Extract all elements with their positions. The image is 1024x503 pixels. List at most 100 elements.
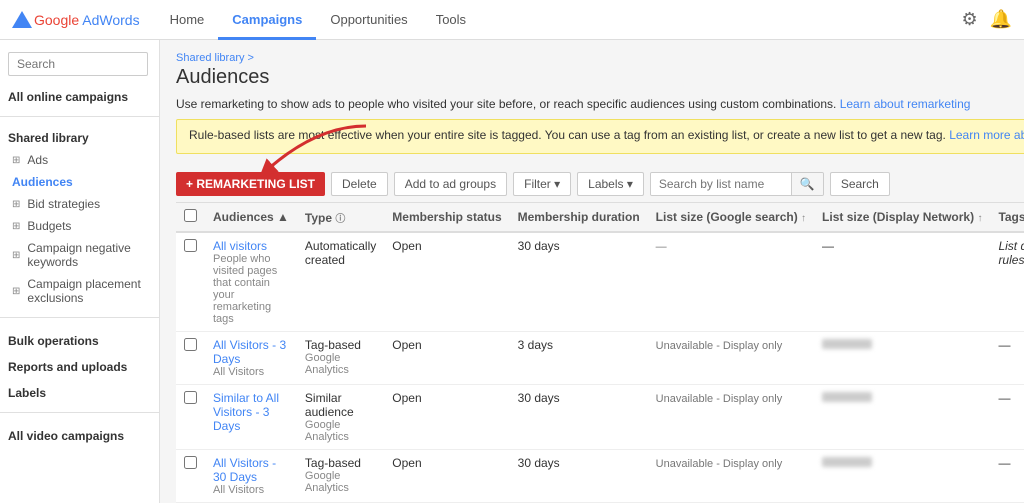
sidebar-bulk-operations[interactable]: Bulk operations (0, 326, 159, 352)
top-navigation: Google AdWords Home Campaigns Opportunit… (0, 0, 1024, 40)
breadcrumb-link[interactable]: Shared library > (176, 52, 254, 64)
audience-desc-1: All Visitors (213, 366, 289, 378)
sidebar-labels[interactable]: Labels (0, 378, 159, 404)
logo: Google AdWords (12, 11, 140, 28)
main-content: Shared library > Audiences Use remarketi… (160, 40, 1024, 503)
notifications-icon[interactable]: 🔔 (990, 9, 1012, 30)
display-size-info-icon[interactable]: ↑ (977, 213, 982, 224)
blurred-value (822, 457, 872, 467)
table-row: All visitors People who visited pages th… (176, 232, 1024, 332)
select-all-header (176, 203, 205, 233)
sidebar-all-video[interactable]: All video campaigns (0, 421, 159, 447)
audience-link-2[interactable]: Similar to All Visitors - 3 Days (213, 391, 279, 433)
audience-desc-3: All Visitors (213, 484, 289, 496)
expand-bid-icon: ⊞ (12, 199, 20, 210)
audience-link-1[interactable]: All Visitors - 3 Days (213, 338, 286, 366)
col-membership-status: Membership status (384, 203, 509, 233)
expand-neg-icon: ⊞ (12, 250, 20, 261)
audience-link-3[interactable]: All Visitors - 30 Days (213, 456, 276, 484)
audience-table: Audiences ▲ Type ⓘ Membership status Mem… (176, 202, 1024, 503)
delete-button[interactable]: Delete (331, 172, 388, 196)
main-nav: Home Campaigns Opportunities Tools (156, 0, 962, 40)
nav-opportunities[interactable]: Opportunities (316, 0, 421, 40)
info-banner: Use remarketing to show ads to people wh… (176, 97, 1024, 111)
learn-more-tagging-link[interactable]: Learn more about tagging your site (949, 128, 1024, 142)
sidebar-item-negative-keywords[interactable]: ⊞ Campaign negative keywords (0, 237, 159, 273)
sidebar-item-ads[interactable]: ⊞ Ads (0, 149, 159, 171)
col-list-size-search: List size (Google search) ↑ (648, 203, 814, 233)
row-checkbox-3[interactable] (184, 456, 197, 469)
row-name-cell-0: All visitors People who visited pages th… (205, 232, 297, 332)
search-list-input[interactable] (651, 173, 791, 195)
table-row: Similar to All Visitors - 3 Days Similar… (176, 385, 1024, 450)
nav-home[interactable]: Home (156, 0, 219, 40)
row-tags-cell-3: — (990, 450, 1024, 503)
row-checkbox-0[interactable] (184, 239, 197, 252)
settings-icon[interactable]: ⚙ (961, 9, 977, 30)
sidebar-item-audiences[interactable]: Audiences (0, 171, 159, 193)
row-search-size-cell-0: — (648, 232, 814, 332)
search-box: 🔍 (650, 172, 824, 196)
col-list-size-display: List size (Display Network) ↑ (814, 203, 990, 233)
nav-tools[interactable]: Tools (422, 0, 480, 40)
nav-campaigns[interactable]: Campaigns (218, 0, 316, 40)
table-area: Use remarketing to show ads to people wh… (176, 97, 1024, 503)
col-tags: Tags / Definitions (990, 203, 1024, 233)
page-title: Audiences (176, 66, 1008, 89)
expand-budgets-icon: ⊞ (12, 221, 20, 232)
col-membership-duration: Membership duration (510, 203, 648, 233)
search-size-info-icon[interactable]: ↑ (801, 213, 806, 224)
row-checkbox-2[interactable] (184, 391, 197, 404)
row-tags-cell-2: — (990, 385, 1024, 450)
breadcrumb: Shared library > (176, 52, 1008, 64)
row-search-size-cell-1: Unavailable - Display only (648, 332, 814, 385)
row-checkbox-cell (176, 332, 205, 385)
sidebar-reports-uploads[interactable]: Reports and uploads (0, 352, 159, 378)
row-name-cell-2: Similar to All Visitors - 3 Days (205, 385, 297, 450)
sidebar-item-placement-exclusions[interactable]: ⊞ Campaign placement exclusions (0, 273, 159, 309)
row-tags-cell-0: List defined by rules (990, 232, 1024, 332)
row-duration-cell-0: 30 days (510, 232, 648, 332)
logo-text: Google AdWords (34, 12, 140, 28)
expand-ads-icon: ⊞ (12, 155, 20, 166)
type-info-icon[interactable]: ⓘ (335, 214, 345, 225)
sidebar-item-budgets[interactable]: ⊞ Budgets (0, 215, 159, 237)
toolbar: + REMARKETING LIST Delete Add to ad grou… (176, 166, 1024, 202)
main-layout: All online campaigns Shared library ⊞ Ad… (0, 40, 1024, 503)
row-duration-cell-2: 30 days (510, 385, 648, 450)
row-status-cell-1: Open (384, 332, 509, 385)
row-duration-cell-1: 3 days (510, 332, 648, 385)
row-checkbox-1[interactable] (184, 338, 197, 351)
content-row: Use remarketing to show ads to people wh… (176, 97, 1008, 503)
add-remarketing-list-button[interactable]: + REMARKETING LIST (176, 172, 325, 196)
row-checkbox-cell (176, 232, 205, 332)
row-name-cell-3: All Visitors - 30 Days All Visitors (205, 450, 297, 503)
row-checkbox-cell (176, 385, 205, 450)
table-row: All Visitors - 3 Days All Visitors Tag-b… (176, 332, 1024, 385)
row-status-cell-3: Open (384, 450, 509, 503)
filter-button[interactable]: Filter ▾ (513, 172, 571, 196)
audience-link-0[interactable]: All visitors (213, 239, 267, 253)
select-all-checkbox[interactable] (184, 209, 197, 222)
sidebar-item-bid-strategies[interactable]: ⊞ Bid strategies (0, 193, 159, 215)
nav-icons: ⚙ 🔔 (961, 9, 1012, 30)
labels-button[interactable]: Labels ▾ (577, 172, 644, 196)
col-type: Type ⓘ (297, 203, 384, 233)
add-to-ad-groups-button[interactable]: Add to ad groups (394, 172, 507, 196)
logo-triangle-icon (12, 11, 32, 28)
sidebar-shared-library-header: Shared library (0, 125, 159, 149)
row-name-cell-1: All Visitors - 3 Days All Visitors (205, 332, 297, 385)
row-display-size-cell-1 (814, 332, 990, 385)
search-icon[interactable]: 🔍 (791, 173, 823, 195)
audience-desc-0: People who visited pages that contain yo… (213, 253, 289, 325)
row-display-size-cell-2 (814, 385, 990, 450)
row-type-cell-0: Automatically created (297, 232, 384, 332)
sidebar-search-input[interactable] (8, 52, 148, 76)
yellow-notice: Rule-based lists are most effective when… (176, 119, 1024, 154)
row-display-size-cell-0: — (814, 232, 990, 332)
sidebar-all-campaigns[interactable]: All online campaigns (0, 84, 159, 108)
learn-about-link[interactable]: Learn about remarketing (840, 97, 971, 111)
search-button[interactable]: Search (830, 172, 890, 196)
blurred-value (822, 392, 872, 402)
row-status-cell-2: Open (384, 385, 509, 450)
